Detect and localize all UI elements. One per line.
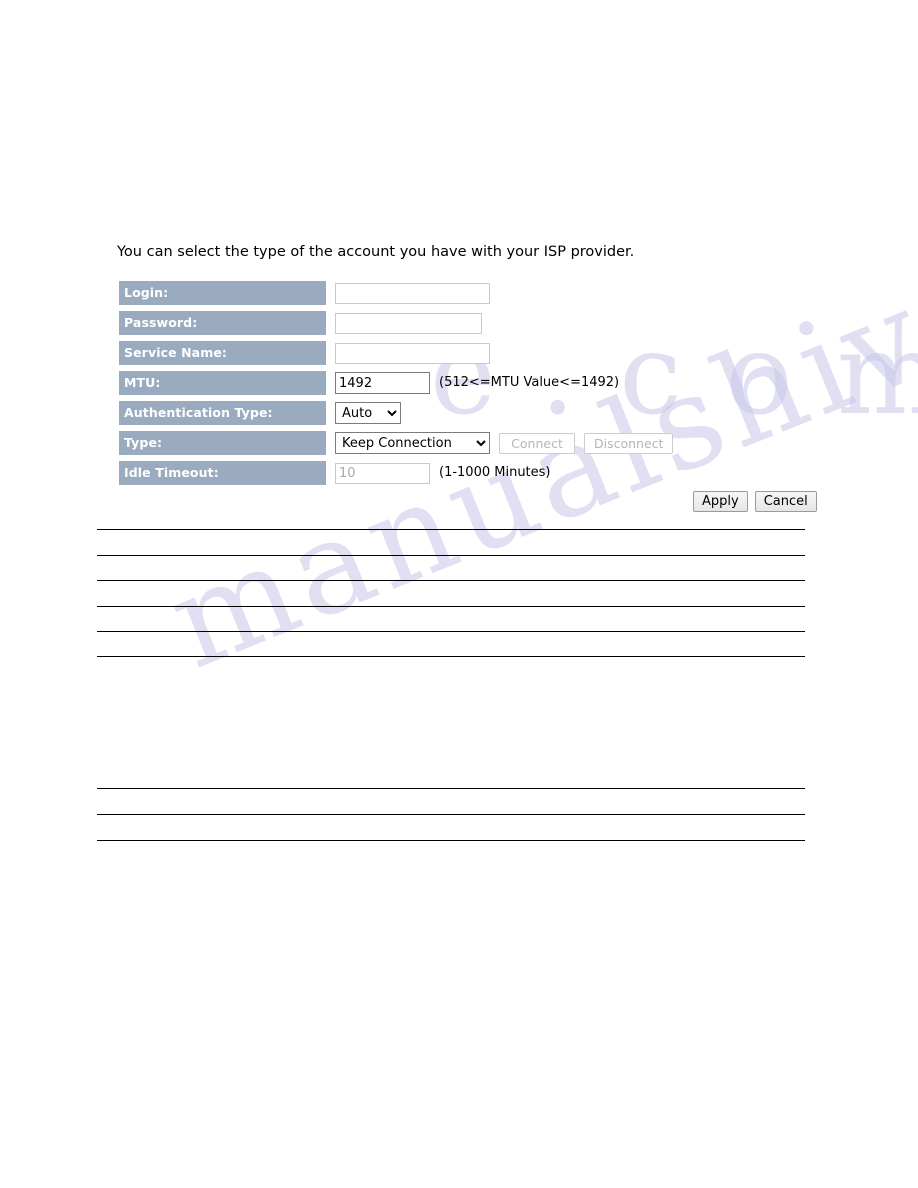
- authentication-type-select[interactable]: Auto: [335, 402, 401, 424]
- label-authentication-type: Authentication Type:: [119, 401, 326, 425]
- apply-button[interactable]: Apply: [693, 491, 748, 512]
- table-row-divider: [97, 529, 805, 530]
- table-row-divider: [97, 840, 805, 841]
- field-idle-timeout: (1-1000 Minutes): [335, 461, 551, 485]
- table-row-divider: [97, 606, 805, 607]
- login-input[interactable]: [335, 282, 490, 304]
- disconnect-button[interactable]: Disconnect: [584, 432, 674, 454]
- intro-paragraph: You can select the type of the account y…: [117, 244, 635, 260]
- field-login: [335, 281, 490, 305]
- mtu-input[interactable]: [335, 372, 430, 394]
- table-row-divider: [97, 814, 805, 815]
- label-service-name: Service Name:: [119, 341, 326, 365]
- mtu-range-hint: (512<=MTU Value<=1492): [439, 375, 620, 390]
- label-type: Type:: [119, 431, 326, 455]
- table-row-divider: [97, 656, 805, 657]
- label-password: Password:: [119, 311, 326, 335]
- field-authentication-type: Auto: [335, 401, 401, 425]
- label-idle-timeout: Idle Timeout:: [119, 461, 326, 485]
- field-mtu: (512<=MTU Value<=1492): [335, 371, 619, 395]
- cancel-button[interactable]: Cancel: [754, 491, 817, 512]
- field-type: Keep Connection Connect Disconnect: [335, 431, 674, 455]
- form-row-type: Type: Keep Connection Connect Disconnect: [119, 431, 674, 455]
- form-row-mtu: MTU: (512<=MTU Value<=1492): [119, 371, 673, 395]
- form-row-login: Login:: [119, 281, 673, 305]
- table-row-divider: [97, 580, 805, 581]
- connection-type-select[interactable]: Keep Connection: [335, 432, 490, 454]
- connect-button[interactable]: Connect: [499, 432, 575, 454]
- table-row-divider: [97, 788, 805, 789]
- form-row-idle-timeout: Idle Timeout: (1-1000 Minutes): [119, 461, 673, 485]
- idle-timeout-input[interactable]: [335, 462, 430, 484]
- form-row-authentication-type: Authentication Type: Auto: [119, 401, 673, 425]
- field-service-name: [335, 341, 490, 365]
- form-row-service-name: Service Name:: [119, 341, 673, 365]
- idle-timeout-range-hint: (1-1000 Minutes): [439, 465, 551, 480]
- form-row-password: Password:: [119, 311, 673, 335]
- isp-account-settings-form: Login: Password: Service Name: MTU: (512…: [119, 281, 674, 491]
- table-row-divider: [97, 631, 805, 632]
- label-mtu: MTU:: [119, 371, 326, 395]
- field-password: [335, 311, 482, 335]
- service-name-input[interactable]: [335, 342, 490, 364]
- password-input[interactable]: [335, 312, 482, 334]
- watermark-overlay: e . c o m manualshive: [0, 0, 918, 1188]
- label-login: Login:: [119, 281, 326, 305]
- form-action-bar: Apply Cancel: [693, 491, 817, 512]
- table-row-divider: [97, 555, 805, 556]
